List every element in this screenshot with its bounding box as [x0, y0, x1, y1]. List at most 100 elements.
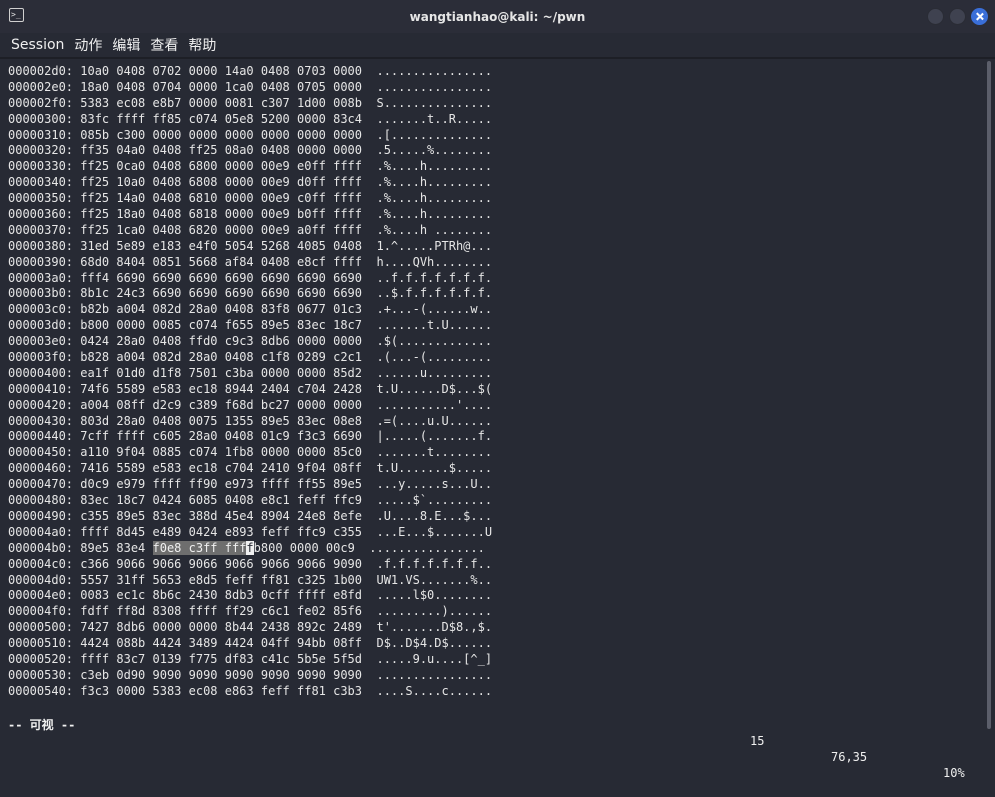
hexdump-view[interactable]: 000002d0: 10a0 0408 0702 0000 14a0 0408 …: [8, 64, 492, 700]
hexdump-line[interactable]: 00000410: 74f6 5589 e583 ec18 8944 2404 …: [8, 382, 492, 398]
hex-ascii: .=(....u.U......: [376, 413, 493, 428]
hex-address: 000004d0:: [8, 572, 81, 587]
hex-address: 00000510:: [8, 636, 81, 651]
hex-ascii: ................: [376, 79, 493, 94]
hex-ascii: .(...-(.........: [376, 350, 493, 365]
hex-address: 00000460:: [8, 461, 81, 476]
hex-ascii: .%....h ........: [376, 222, 493, 237]
hex-address: 00000360:: [8, 207, 81, 222]
hex-ascii: .+...-(......w..: [376, 302, 493, 317]
hexdump-line[interactable]: 00000430: 803d 28a0 0408 0075 1355 89e5 …: [8, 414, 492, 430]
hex-ascii: ....S....c......: [376, 683, 493, 698]
hex-address: 000003a0:: [8, 270, 81, 285]
title-bar[interactable]: >_ wangtianhao@kali: ~/pwn: [0, 0, 995, 34]
hex-ascii: .%....h.........: [376, 175, 493, 190]
hex-bytes: 4424 088b 4424 3489 4424 04ff 94bb 08ff: [80, 636, 363, 651]
hexdump-line[interactable]: 000003a0: fff4 6690 6690 6690 6690 6690 …: [8, 271, 492, 287]
terminal-app-icon[interactable]: >_: [9, 8, 24, 22]
hexdump-line[interactable]: 000002f0: 5383 ec08 e8b7 0000 0081 c307 …: [8, 96, 492, 112]
hexdump-line[interactable]: 00000300: 83fc ffff ff85 c074 05e8 5200 …: [8, 112, 492, 128]
hexdump-line[interactable]: 00000420: a004 08ff d2c9 c389 f68d bc27 …: [8, 398, 492, 414]
hex-ascii: S...............: [376, 95, 493, 110]
hex-bytes: 7416 5589 e583 ec18 c704 2410 9f04 08ff: [80, 461, 363, 476]
window-title: wangtianhao@kali: ~/pwn: [409, 9, 586, 24]
hex-ascii: .%....h.........: [376, 207, 493, 222]
close-button[interactable]: [971, 8, 988, 25]
hexdump-line[interactable]: 000003c0: b82b a004 082d 28a0 0408 83f8 …: [8, 302, 492, 318]
hexdump-line[interactable]: 000004b0: 89e5 83e4 f0e8 c3ff ffffb800 0…: [8, 540, 492, 557]
hexdump-line[interactable]: 00000500: 7427 8db6 0000 0000 8b44 2438 …: [8, 620, 492, 636]
hexdump-line[interactable]: 000002e0: 18a0 0408 0704 0000 1ca0 0408 …: [8, 80, 492, 96]
maximize-button[interactable]: [949, 8, 966, 25]
hex-ascii: .......t.U......: [376, 318, 493, 333]
hexdump-line[interactable]: 00000470: d0c9 e979 ffff ff90 e973 ffff …: [8, 477, 492, 493]
hex-address: 000003c0:: [8, 302, 81, 317]
hex-address: 00000470:: [8, 477, 81, 492]
menu-help[interactable]: 帮助: [185, 35, 223, 55]
hex-bytes: ff25 14a0 0408 6810 0000 00e9 c0ff ffff: [80, 191, 363, 206]
hex-bytes: a004 08ff d2c9 c389 f68d bc27 0000 0000: [80, 397, 363, 412]
hex-ascii: t'.......D$8.,$.: [376, 620, 493, 635]
hex-bytes: 0424 28a0 0408 ffd0 c9c3 8db6 0000 0000: [80, 334, 363, 349]
menu-session[interactable]: Session: [0, 37, 71, 53]
hexdump-line[interactable]: 00000320: ff35 04a0 0408 ff25 08a0 0408 …: [8, 143, 492, 159]
hexdump-line[interactable]: 00000400: ea1f 01d0 d1f8 7501 c3ba 0000 …: [8, 366, 492, 382]
hexdump-line[interactable]: 00000330: ff25 0ca0 0408 6800 0000 00e9 …: [8, 159, 492, 175]
text-cursor: f: [246, 540, 254, 555]
scrollbar-thumb[interactable]: [987, 61, 991, 729]
hexdump-line[interactable]: 00000510: 4424 088b 4424 3489 4424 04ff …: [8, 636, 492, 652]
hexdump-line[interactable]: 000004d0: 5557 31ff 5653 e8d5 feff ff81 …: [8, 573, 492, 589]
menu-edit[interactable]: 编辑: [109, 35, 147, 55]
hex-address: 00000430:: [8, 413, 81, 428]
hex-bytes: 803d 28a0 0408 0075 1355 89e5 83ec 08e8: [80, 413, 363, 428]
hex-address: 000003d0:: [8, 318, 81, 333]
hex-bytes: fdff ff8d 8308 ffff ff29 c6c1 fe02 85f6: [80, 604, 363, 619]
hex-address: 00000530:: [8, 667, 81, 682]
terminal-window: >_ wangtianhao@kali: ~/pwn Session 动作 编辑…: [0, 0, 995, 780]
hexdump-line[interactable]: 000002d0: 10a0 0408 0702 0000 14a0 0408 …: [8, 64, 492, 80]
hexdump-line[interactable]: 00000390: 68d0 8404 0851 5668 af84 0408 …: [8, 255, 492, 271]
hexdump-line[interactable]: 00000370: ff25 1ca0 0408 6820 0000 00e9 …: [8, 223, 492, 239]
hex-ascii: .....$`.........: [376, 493, 493, 508]
hexdump-line[interactable]: 000004e0: 0083 ec1c 8b6c 2430 8db3 0cff …: [8, 588, 492, 604]
hexdump-line[interactable]: 00000540: f3c3 0000 5383 ec08 e863 feff …: [8, 684, 492, 700]
hexdump-line[interactable]: 00000530: c3eb 0d90 9090 9090 9090 9090 …: [8, 668, 492, 684]
minimize-button[interactable]: [927, 8, 944, 25]
hexdump-line[interactable]: 00000490: c355 89e5 83ec 388d 45e4 8904 …: [8, 509, 492, 525]
hex-bytes: f3c3 0000 5383 ec08 e863 feff ff81 c3b3: [80, 683, 363, 698]
hexdump-line[interactable]: 00000460: 7416 5589 e583 ec18 c704 2410 …: [8, 461, 492, 477]
scrollbar[interactable]: [983, 59, 995, 732]
hex-address: 000002d0:: [8, 64, 81, 78]
hex-bytes: 83ec 18c7 0424 6085 0408 e8c1 feff ffc9: [80, 493, 363, 508]
hexdump-line[interactable]: 00000350: ff25 14a0 0408 6810 0000 00e9 …: [8, 191, 492, 207]
hex-address: 00000330:: [8, 159, 81, 174]
hexdump-line[interactable]: 00000360: ff25 18a0 0408 6818 0000 00e9 …: [8, 207, 492, 223]
hexdump-line[interactable]: 00000340: ff25 10a0 0408 6808 0000 00e9 …: [8, 175, 492, 191]
hexdump-line[interactable]: 00000440: 7cff ffff c605 28a0 0408 01c9 …: [8, 429, 492, 445]
hexdump-line[interactable]: 00000450: a110 9f04 0885 c074 1fb8 0000 …: [8, 445, 492, 461]
hexdump-line[interactable]: 00000380: 31ed 5e89 e183 e4f0 5054 5268 …: [8, 239, 492, 255]
hex-ascii: .$(.............: [376, 334, 493, 349]
hexdump-line[interactable]: 000004a0: ffff 8d45 e489 0424 e893 feff …: [8, 525, 492, 541]
status-cursor-position: 76,35: [831, 750, 868, 764]
menu-view[interactable]: 查看: [147, 35, 185, 55]
terminal-area[interactable]: 000002d0: 10a0 0408 0702 0000 14a0 0408 …: [0, 59, 983, 780]
hexdump-line[interactable]: 00000520: ffff 83c7 0139 f775 df83 c41c …: [8, 652, 492, 668]
hexdump-line[interactable]: 000004c0: c366 9066 9066 9066 9066 9066 …: [8, 557, 492, 573]
hex-bytes: ff25 18a0 0408 6818 0000 00e9 b0ff ffff: [80, 207, 363, 222]
hex-bytes: 18a0 0408 0704 0000 1ca0 0408 0705 0000: [80, 79, 363, 94]
hex-bytes: fff4 6690 6690 6690 6690 6690 6690 6690: [80, 270, 363, 285]
hex-ascii: UW1.VS.......%..: [376, 572, 493, 587]
hex-address: 00000370:: [8, 222, 81, 237]
hex-address: 00000420:: [8, 397, 81, 412]
hexdump-line[interactable]: 000003e0: 0424 28a0 0408 ffd0 c9c3 8db6 …: [8, 334, 492, 350]
hex-bytes: 5557 31ff 5653 e8d5 feff ff81 c325 1b00: [80, 572, 363, 587]
hexdump-line[interactable]: 000003f0: b828 a004 082d 28a0 0408 c1f8 …: [8, 350, 492, 366]
menu-actions[interactable]: 动作: [71, 35, 109, 55]
hexdump-line[interactable]: 000004f0: fdff ff8d 8308 ffff ff29 c6c1 …: [8, 604, 492, 620]
hex-bytes: ff25 1ca0 0408 6820 0000 00e9 a0ff ffff: [80, 222, 363, 237]
hexdump-line[interactable]: 000003d0: b800 0000 0085 c074 f655 89e5 …: [8, 318, 492, 334]
hexdump-line[interactable]: 00000310: 085b c300 0000 0000 0000 0000 …: [8, 128, 492, 144]
hexdump-line[interactable]: 00000480: 83ec 18c7 0424 6085 0408 e8c1 …: [8, 493, 492, 509]
hexdump-line[interactable]: 000003b0: 8b1c 24c3 6690 6690 6690 6690 …: [8, 286, 492, 302]
